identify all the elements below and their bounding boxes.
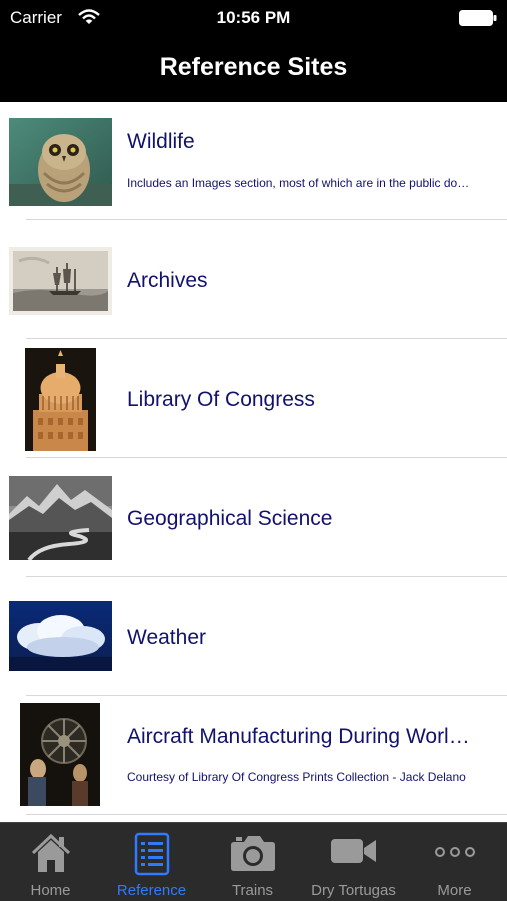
tab-bar: Home Reference Trains Dry Tortugas More	[0, 822, 507, 901]
list-item-geographical-science[interactable]: Geographical Science	[0, 459, 507, 577]
list-item-title: Geographical Science	[127, 507, 333, 530]
home-icon	[31, 833, 70, 872]
list-item-title: Library Of Congress	[127, 388, 315, 411]
video-camera-icon	[330, 839, 376, 863]
row-separator	[26, 695, 507, 696]
list-item-archives[interactable]: Archives	[0, 221, 507, 339]
list-item-library-of-congress[interactable]: Library Of Congress	[0, 340, 507, 458]
mountains-thumbnail	[9, 476, 112, 560]
storm-cloud-thumbnail	[9, 601, 112, 671]
list-item-title: Archives	[127, 269, 208, 292]
row-separator	[26, 814, 507, 815]
list-item-title: Weather	[127, 626, 206, 649]
camera-icon	[230, 836, 275, 871]
tab-reference[interactable]: Reference	[101, 823, 202, 901]
more-icon	[434, 847, 475, 857]
list-item-wildlife[interactable]: Wildlife Includes an Images section, mos…	[0, 102, 507, 220]
row-separator	[26, 219, 507, 220]
tab-label: More	[437, 882, 472, 899]
list-icon	[134, 832, 169, 876]
tab-trains[interactable]: Trains	[202, 823, 303, 901]
list-item-title: Wildlife	[127, 130, 195, 153]
row-separator	[26, 457, 507, 458]
list-item-subtitle: Courtesy of Library Of Congress Prints C…	[127, 770, 466, 784]
list-item-weather[interactable]: Weather	[0, 578, 507, 696]
battery-icon	[459, 10, 497, 26]
owl-thumbnail	[9, 118, 112, 206]
navigation-bar: Reference Sites	[0, 36, 507, 102]
list-item-title: Aircraft Manufacturing During World War …	[127, 725, 477, 748]
list-item-aircraft-manufacturing[interactable]: Aircraft Manufacturing During World War …	[0, 697, 507, 815]
tab-more[interactable]: More	[404, 823, 505, 901]
row-separator	[26, 576, 507, 577]
reference-sites-list[interactable]: Wildlife Includes an Images section, mos…	[0, 102, 507, 822]
tab-home[interactable]: Home	[0, 823, 101, 901]
status-bar: Carrier 10:56 PM	[0, 0, 507, 36]
status-time: 10:56 PM	[216, 8, 291, 27]
row-separator	[26, 338, 507, 339]
ship-painting-thumbnail	[9, 247, 112, 315]
capitol-thumbnail	[25, 348, 96, 451]
list-item-subtitle: Includes an Images section, most of whic…	[127, 176, 472, 190]
aircraft-factory-thumbnail	[20, 703, 100, 806]
tab-dry-tortugas[interactable]: Dry Tortugas	[303, 823, 404, 901]
page-title: Reference Sites	[159, 53, 348, 81]
